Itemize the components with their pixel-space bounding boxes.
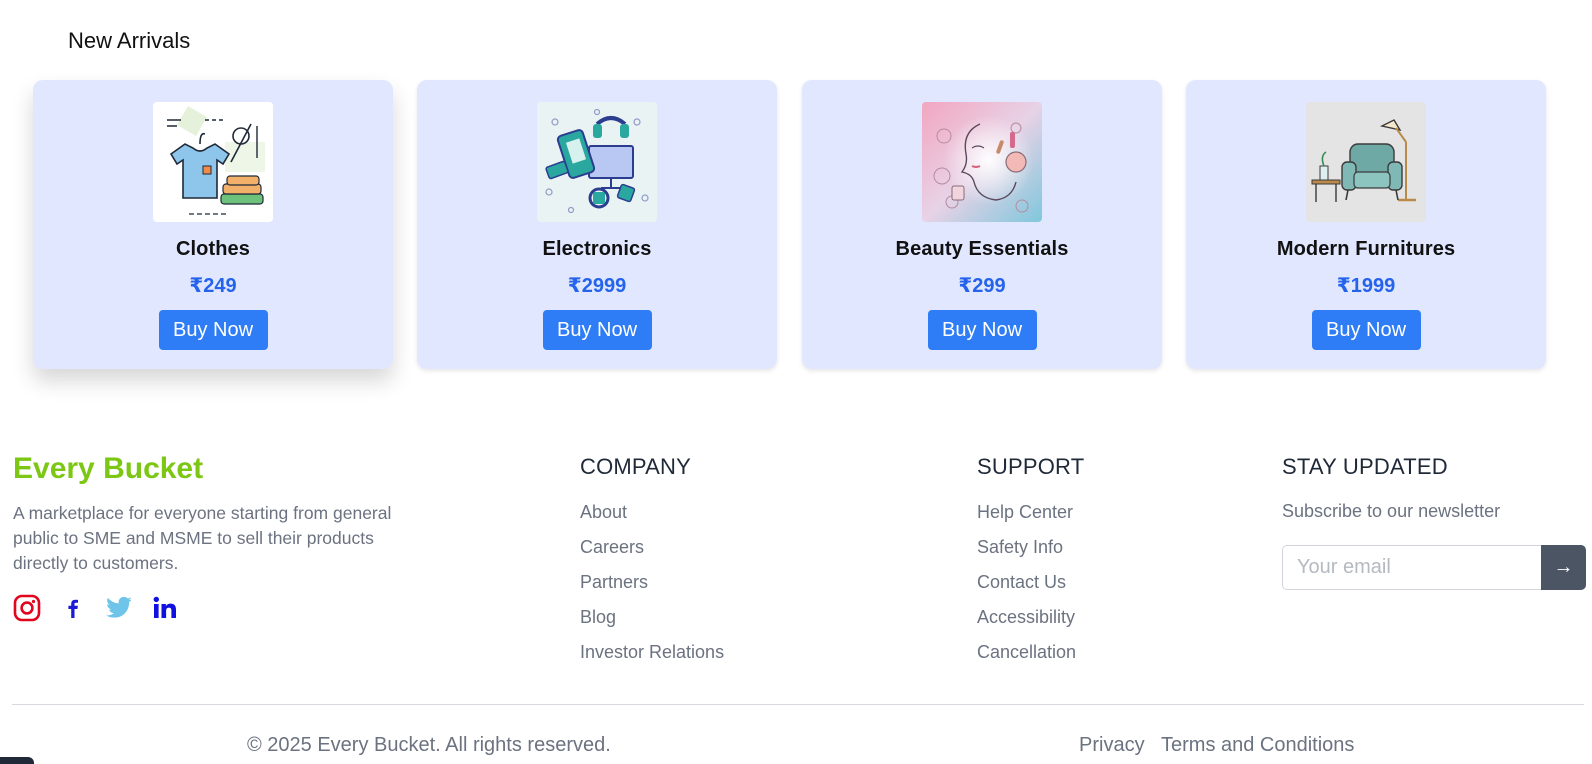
privacy-link[interactable]: Privacy	[1079, 734, 1145, 757]
footer-description: A marketplace for everyone starting from…	[13, 503, 392, 573]
product-grid: Clothes ₹249 Buy Now Electronics ₹2999 B…	[33, 80, 1564, 370]
clothes-illustration-icon	[153, 102, 273, 222]
furniture-illustration-icon	[1306, 102, 1426, 222]
corner-widget[interactable]	[0, 757, 34, 764]
footer-link-about[interactable]: About	[580, 500, 724, 535]
footer-link-partners[interactable]: Partners	[580, 570, 724, 605]
footer-link-help-center[interactable]: Help Center	[977, 500, 1076, 535]
footer-link-careers[interactable]: Careers	[580, 535, 724, 570]
footer-link-accessibility[interactable]: Accessibility	[977, 605, 1076, 640]
product-name: Modern Furnitures	[1276, 238, 1456, 260]
support-links: Help Center Safety Info Contact Us Acces…	[977, 500, 1076, 675]
electronics-illustration-icon	[537, 102, 657, 222]
footer-link-blog[interactable]: Blog	[580, 605, 724, 640]
section-title: New Arrivals	[68, 28, 191, 53]
footer-link-safety-info[interactable]: Safety Info	[977, 535, 1076, 570]
product-card[interactable]: Modern Furnitures ₹1999 Buy Now	[1186, 80, 1546, 369]
copyright-text: © 2025 Every Bucket. All rights reserved…	[247, 734, 611, 756]
footer-link-investor-relations[interactable]: Investor Relations	[580, 640, 724, 675]
product-card[interactable]: Beauty Essentials ₹299 Buy Now	[802, 80, 1162, 369]
linkedin-icon[interactable]	[151, 594, 179, 622]
footer-divider	[12, 704, 1584, 705]
buy-now-button[interactable]: Buy Now	[1311, 310, 1421, 350]
product-price: ₹299	[958, 275, 1006, 297]
buy-now-button[interactable]: Buy Now	[158, 310, 268, 350]
terms-link[interactable]: Terms and Conditions	[1161, 734, 1354, 757]
newsletter-heading: STAY UPDATED	[1282, 454, 1448, 479]
footer-link-cancellation[interactable]: Cancellation	[977, 640, 1076, 675]
product-price: ₹2999	[567, 275, 627, 297]
product-name: Beauty Essentials	[895, 238, 1069, 260]
product-card[interactable]: Clothes ₹249 Buy Now	[33, 80, 393, 369]
footer-brand: Every Bucket	[13, 452, 204, 485]
twitter-icon[interactable]	[105, 594, 133, 622]
beauty-illustration-icon	[922, 102, 1042, 222]
support-heading: SUPPORT	[977, 454, 1085, 479]
facebook-icon[interactable]	[59, 594, 87, 622]
buy-now-button[interactable]: Buy Now	[927, 310, 1037, 350]
footer-link-contact-us[interactable]: Contact Us	[977, 570, 1076, 605]
subscribe-button[interactable]: →	[1541, 545, 1586, 590]
product-card[interactable]: Electronics ₹2999 Buy Now	[417, 80, 777, 369]
social-links	[13, 594, 179, 622]
buy-now-button[interactable]: Buy Now	[542, 310, 652, 350]
company-heading: COMPANY	[580, 454, 692, 479]
arrow-right-icon: →	[1553, 556, 1574, 578]
email-input[interactable]	[1282, 545, 1541, 590]
product-name: Electronics	[542, 238, 652, 260]
product-name: Clothes	[175, 238, 251, 260]
company-links: About Careers Partners Blog Investor Rel…	[580, 500, 724, 675]
product-price: ₹1999	[1336, 275, 1396, 297]
newsletter-text: Subscribe to our newsletter	[1282, 501, 1501, 521]
product-price: ₹249	[189, 275, 237, 297]
instagram-icon[interactable]	[13, 594, 41, 622]
